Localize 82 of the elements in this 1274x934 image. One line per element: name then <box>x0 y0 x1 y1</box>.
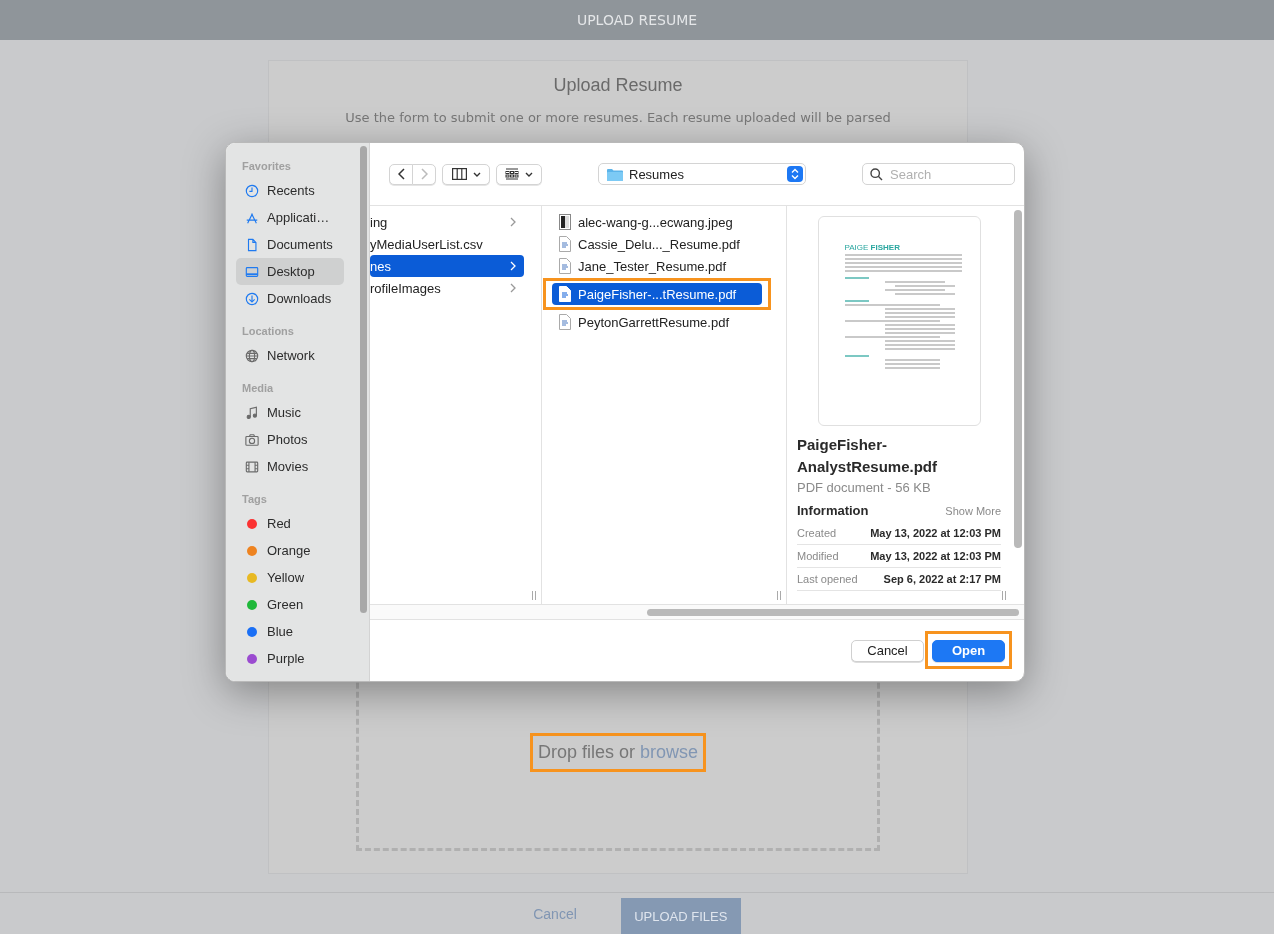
sidebar-item[interactable]: Applicati… <box>236 204 344 231</box>
document-file-icon <box>559 286 571 302</box>
group-button[interactable] <box>496 163 542 185</box>
info-value: Sep 6, 2022 at 2:17 PM <box>883 573 1001 585</box>
document-icon <box>245 237 259 252</box>
drop-files-text: Drop files or browse <box>529 733 707 772</box>
download-icon <box>245 291 259 306</box>
location-dropdown[interactable]: Resumes <box>598 163 806 185</box>
folder-row[interactable]: ing <box>370 211 524 233</box>
stepper-icon <box>787 166 803 182</box>
document-file-icon <box>559 236 571 252</box>
sidebar-item[interactable]: Music <box>236 399 344 426</box>
sidebar-item[interactable]: Purple <box>236 645 344 672</box>
thumbnail-heading: PAIGE FISHER <box>844 243 901 252</box>
sidebar-item[interactable]: Documents <box>236 231 344 258</box>
search-field[interactable]: Search <box>862 163 1015 185</box>
sidebar-heading: Locations <box>241 324 295 339</box>
folder-row[interactable]: yMediaUserList.csv <box>370 233 524 255</box>
show-more-link[interactable]: Show More <box>945 505 1001 517</box>
card-title: Upload Resume <box>553 75 683 96</box>
sidebar-item[interactable]: Red <box>236 510 344 537</box>
grid-icon <box>505 168 519 180</box>
sidebar-heading: Media <box>241 381 275 396</box>
sidebar-item[interactable]: Orange <box>236 537 344 564</box>
info-heading: Information <box>797 503 869 518</box>
caret-icon <box>472 171 481 177</box>
sidebar-item[interactable]: Desktop <box>236 258 344 285</box>
resize-handle-icon[interactable] <box>1001 591 1007 600</box>
document-file-icon <box>559 258 571 274</box>
sidebar-heading: Favorites <box>241 159 292 174</box>
file-name: PaigeFisher- AnalystResume.pdf <box>797 435 939 477</box>
camera-icon <box>245 432 259 447</box>
scrollbar-thumb[interactable] <box>359 146 367 613</box>
file-row[interactable]: alec-wang-g...ecwang.jpeg <box>552 211 762 233</box>
back-button[interactable] <box>389 163 413 185</box>
info-label: Created <box>797 527 837 539</box>
sidebar-item[interactable]: Network <box>236 342 344 369</box>
file-type: PDF document - 56 KB <box>797 480 932 495</box>
sidebar-heading: Tags <box>241 492 268 507</box>
scrollbar-thumb[interactable] <box>1013 210 1022 548</box>
sidebar-item[interactable]: Blue <box>236 618 344 645</box>
folder-row[interactable]: rofileImages <box>370 277 524 299</box>
folder-icon <box>607 167 623 181</box>
chevron-left-icon <box>397 168 405 180</box>
sidebar-item[interactable]: Recents <box>236 177 344 204</box>
caret-icon <box>525 171 533 177</box>
scrollbar-thumb[interactable] <box>647 608 1019 616</box>
file-row[interactable]: PeytonGarrettResume.pdf <box>552 311 762 333</box>
resize-handle-icon[interactable] <box>531 591 537 600</box>
sidebar-item[interactable]: Downloads <box>236 285 344 312</box>
cancel-button[interactable]: Cancel <box>851 639 924 662</box>
film-icon <box>245 459 259 474</box>
view-mode-button[interactable] <box>442 163 490 185</box>
open-button[interactable]: Open <box>932 639 1005 662</box>
chevron-right-icon <box>510 283 516 293</box>
music-icon <box>245 405 259 420</box>
search-icon <box>870 168 883 181</box>
folder-row[interactable]: nes <box>370 255 524 277</box>
desktop-icon <box>245 264 259 279</box>
columns-icon <box>451 168 467 180</box>
clock-icon <box>245 183 259 198</box>
sidebar-item[interactable]: Photos <box>236 426 344 453</box>
file-row[interactable]: Jane_Tester_Resume.pdf <box>552 255 762 277</box>
description-text: Use the form to submit one or more resumes. Each resume uploaded will be parsed <box>344 109 892 127</box>
sidebar-item[interactable]: Movies <box>236 453 344 480</box>
chevron-right-icon <box>510 217 516 227</box>
forward-button[interactable] <box>412 163 436 185</box>
info-value: May 13, 2022 at 12:03 PM <box>870 550 1001 562</box>
chevron-right-icon <box>420 168 428 180</box>
sidebar-item[interactable]: Green <box>236 591 344 618</box>
info-label: Modified <box>797 550 839 562</box>
page-title: UPLOAD RESUME <box>576 12 698 28</box>
document-file-icon <box>559 314 571 330</box>
image-file-icon <box>559 214 571 230</box>
file-row[interactable]: PaigeFisher-...tResume.pdf <box>552 283 762 305</box>
info-label: Last opened <box>797 573 858 585</box>
file-row[interactable]: Cassie_Delu..._Resume.pdf <box>552 233 762 255</box>
globe-icon <box>245 348 259 363</box>
sidebar-item[interactable]: Yellow <box>236 564 344 591</box>
info-value: May 13, 2022 at 12:03 PM <box>870 527 1001 539</box>
chevron-right-icon <box>510 261 516 271</box>
resize-handle-icon[interactable] <box>776 591 782 600</box>
